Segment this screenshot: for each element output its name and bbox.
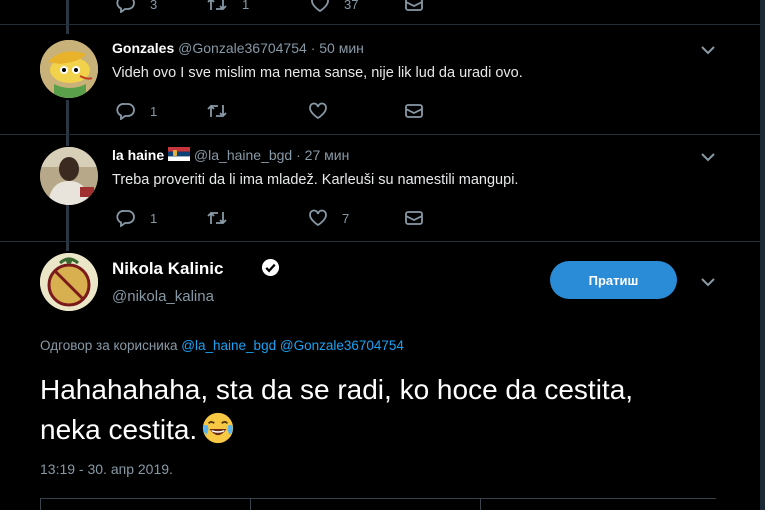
avatar[interactable]: [40, 147, 98, 205]
reply-text: Treba proveriti da li ima mladež. Karleu…: [112, 172, 519, 188]
tweet-actions: 1 7: [112, 207, 442, 229]
dm-icon: [405, 104, 423, 118]
scrollbar-edge: [760, 0, 765, 510]
avatar-image: [40, 253, 98, 311]
divider: [0, 241, 760, 242]
verified-icon: [261, 258, 280, 277]
retweet-action[interactable]: [206, 100, 228, 122]
thread-line: [66, 205, 69, 251]
reply-icon: [116, 103, 135, 120]
replying-to: Одговор за корисника @la_haine_bgd @Gonz…: [40, 338, 404, 353]
retweet-action[interactable]: [206, 207, 228, 229]
chevron-down-icon[interactable]: [700, 276, 716, 288]
tweet-text-content: Hahahahaha, sta da se radi, ko hoce da c…: [40, 374, 634, 445]
retweet-icon: [207, 0, 227, 11]
reply-time[interactable]: · 27 мин: [296, 147, 349, 163]
like-icon: [311, 0, 329, 13]
avatar[interactable]: [40, 253, 98, 311]
like-action[interactable]: [308, 100, 328, 122]
author-name[interactable]: Gonzales: [112, 40, 174, 56]
divider-tick: [480, 498, 481, 510]
chevron-down-icon[interactable]: [700, 151, 716, 163]
tweet-text: Hahahahaha, sta da se radi, ko hoce da c…: [40, 370, 680, 450]
divider-tick: [250, 498, 251, 510]
author-handle[interactable]: @Gonzale36704754: [178, 40, 307, 56]
avatar-image: [40, 40, 98, 98]
reply-action[interactable]: 3: [116, 0, 157, 15]
mention-link[interactable]: @la_haine_bgd: [181, 338, 276, 353]
following-button[interactable]: Пратиш: [550, 261, 677, 299]
author-handle[interactable]: @la_haine_bgd: [194, 147, 292, 163]
dm-icon: [405, 0, 423, 11]
author-handle[interactable]: @nikola_kalina: [112, 288, 214, 305]
tweet-timestamp[interactable]: 13:19 - 30. апр 2019.: [40, 461, 173, 477]
like-action[interactable]: 37: [310, 0, 358, 15]
retweet-icon: [207, 104, 227, 118]
tweet-thread: 3 1 37 Gonzales @Gonzale36704754 · 50 ми…: [0, 0, 765, 510]
chevron-down-icon[interactable]: [700, 44, 716, 56]
reply-icon: [116, 210, 135, 227]
reply-header: la haine @la_haine_bgd · 27 мин: [112, 147, 349, 163]
author-name[interactable]: Nikola Kalinic: [112, 259, 223, 279]
dm-action[interactable]: [404, 100, 424, 122]
divider: [0, 24, 760, 25]
serbian-flag-icon: [168, 147, 191, 161]
divider: [40, 498, 716, 499]
like-action[interactable]: 7: [308, 207, 349, 229]
avatar[interactable]: [40, 40, 98, 98]
mention-link[interactable]: @Gonzale36704754: [280, 338, 404, 353]
author-name[interactable]: la haine: [112, 147, 164, 163]
thread-line: [66, 0, 69, 34]
divider: [0, 134, 760, 135]
reply-header: Gonzales @Gonzale36704754 · 50 мин: [112, 40, 364, 56]
dm-action[interactable]: [404, 207, 424, 229]
tweet-actions: 1: [112, 100, 442, 122]
dm-action[interactable]: [404, 0, 424, 15]
dm-icon: [405, 211, 423, 225]
retweet-icon: [207, 211, 227, 225]
reply-text: Videh ovo I sve mislim ma nema sanse, ni…: [112, 65, 523, 81]
thread-line: [66, 100, 69, 146]
replying-prefix: Одговор за корисника: [40, 338, 178, 353]
like-icon: [309, 102, 327, 120]
retweet-action[interactable]: 1: [206, 0, 249, 15]
laughing-emoji: [203, 412, 234, 444]
reply-time[interactable]: · 50 мин: [311, 40, 364, 56]
reply-icon: [116, 0, 135, 13]
tweet-actions-top: 3 1 37: [112, 0, 442, 15]
reply-action[interactable]: 1: [116, 207, 157, 229]
reply-action[interactable]: 1: [116, 100, 157, 122]
avatar-image: [40, 147, 98, 205]
divider-tick: [40, 498, 41, 510]
like-icon: [309, 209, 327, 227]
